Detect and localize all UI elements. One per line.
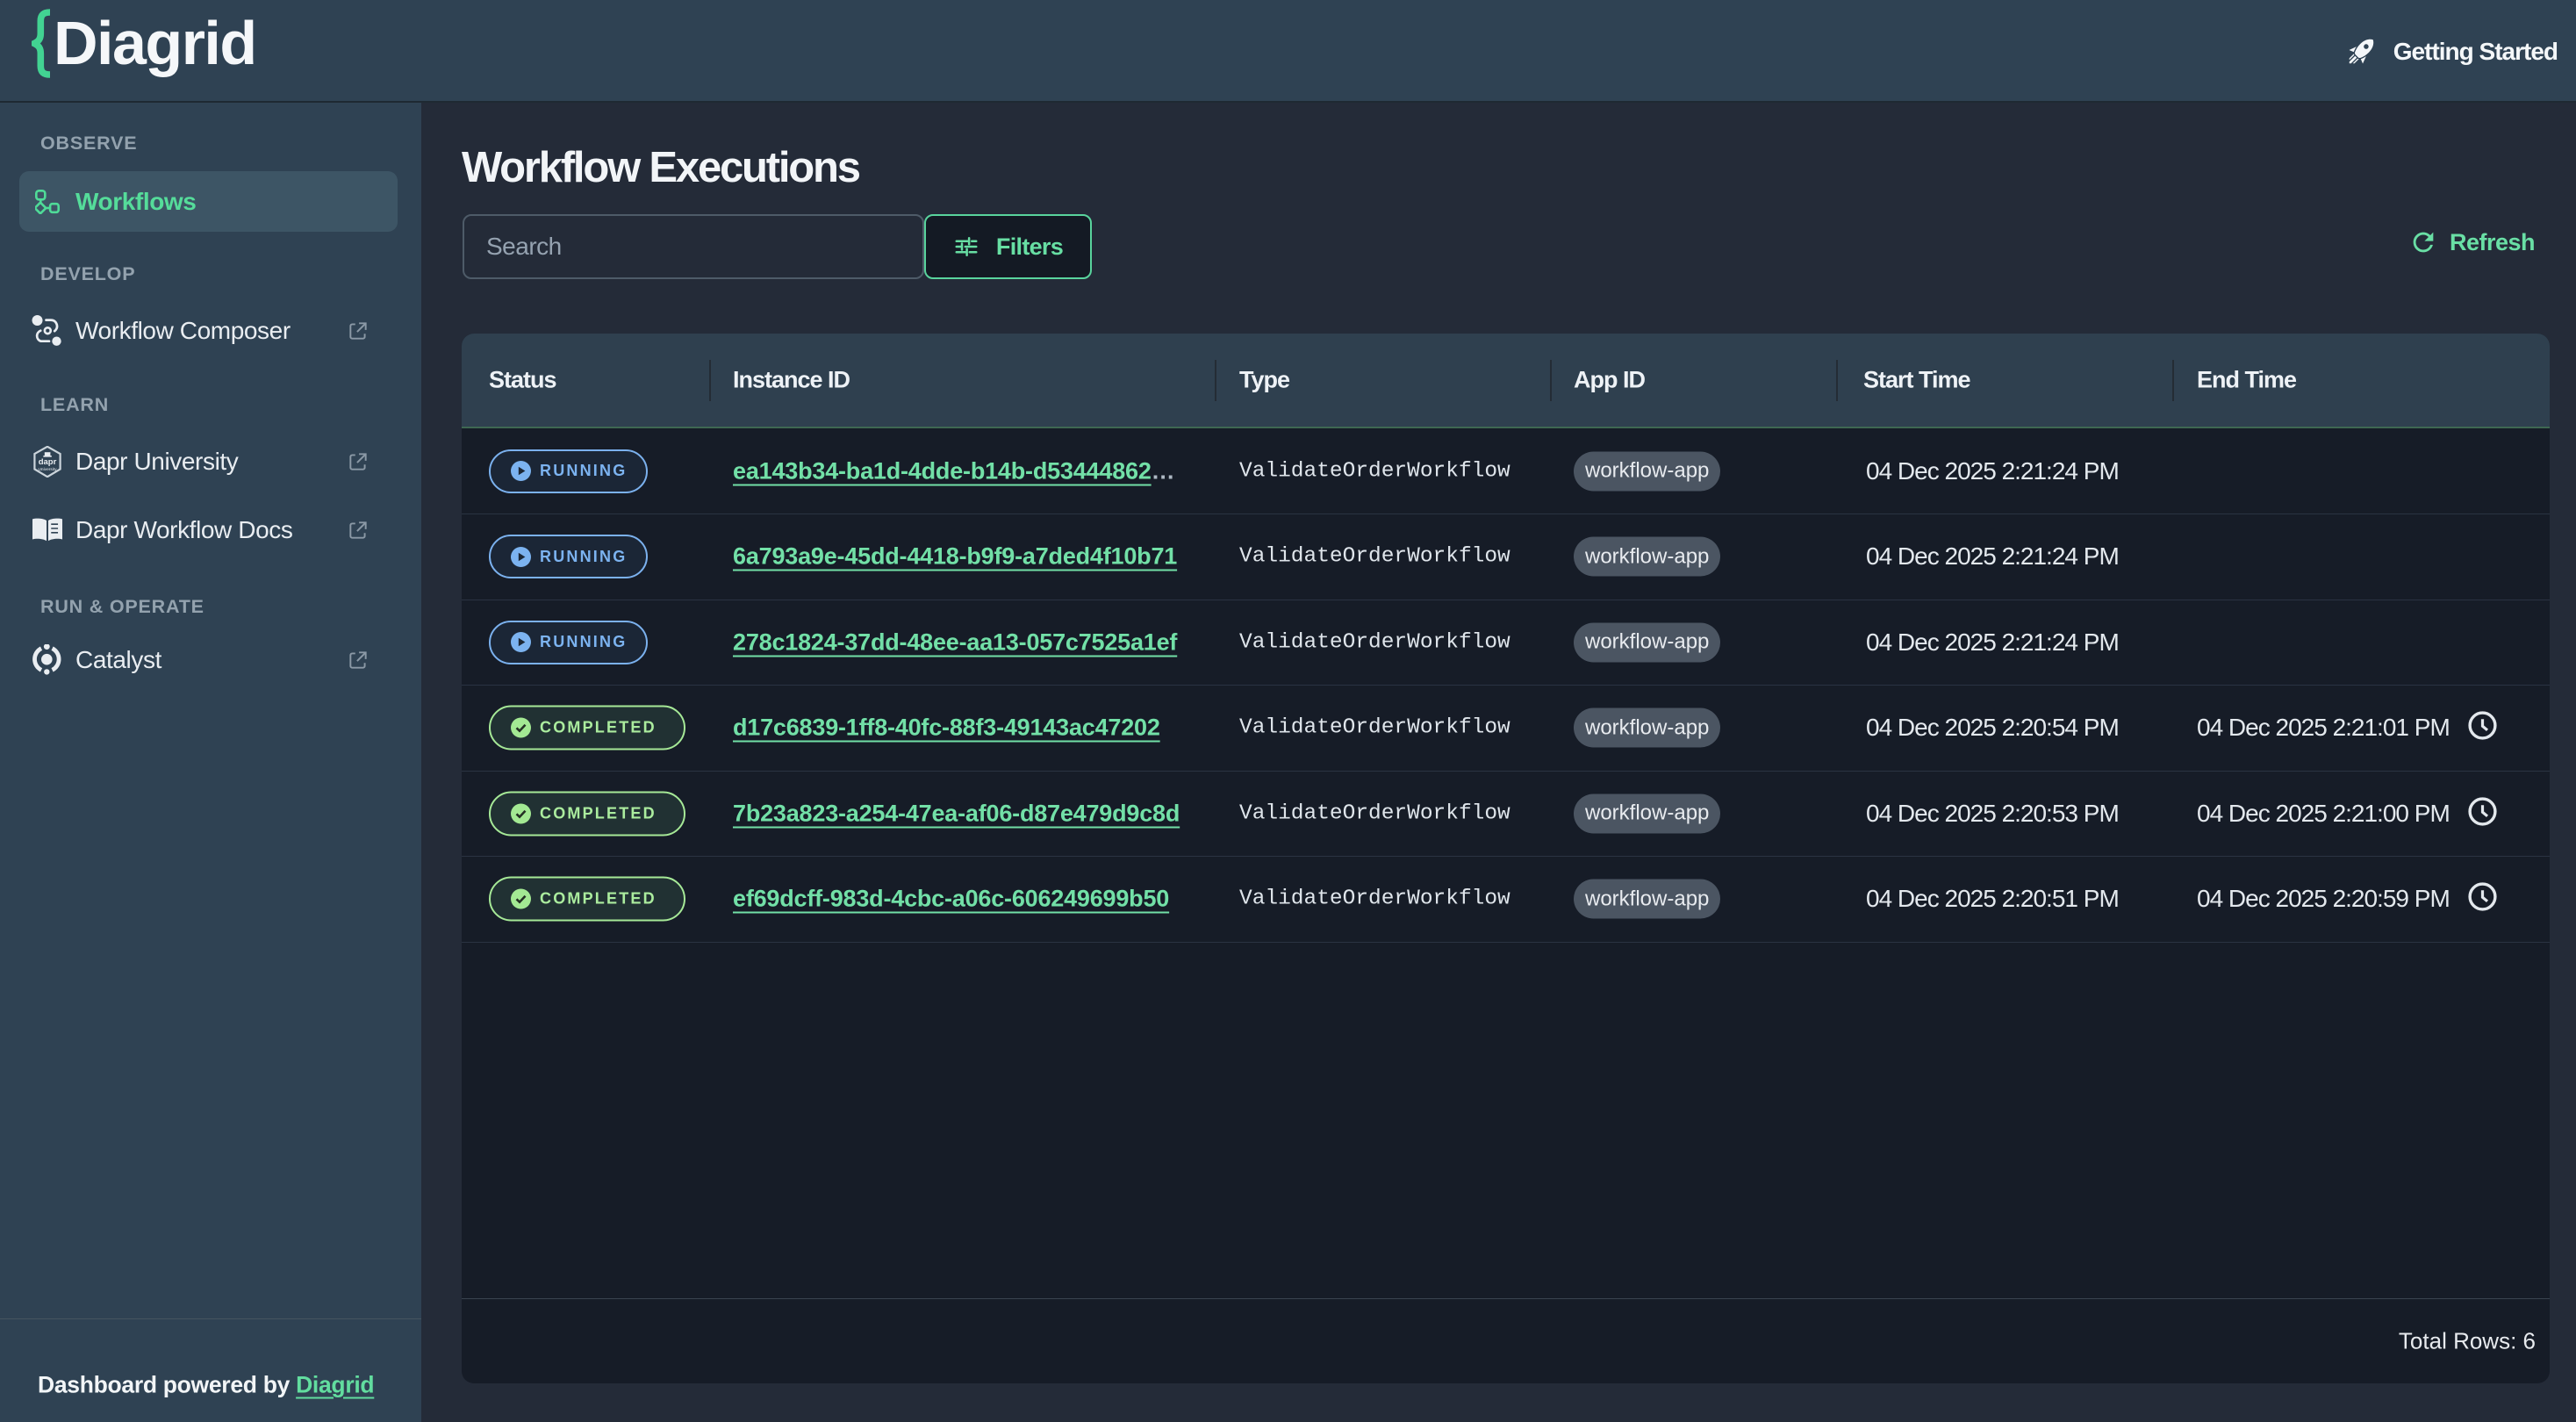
svg-text:dapr: dapr (39, 457, 57, 467)
svg-text:University: University (38, 467, 57, 472)
svg-text:Diagrid: Diagrid (54, 9, 256, 77)
